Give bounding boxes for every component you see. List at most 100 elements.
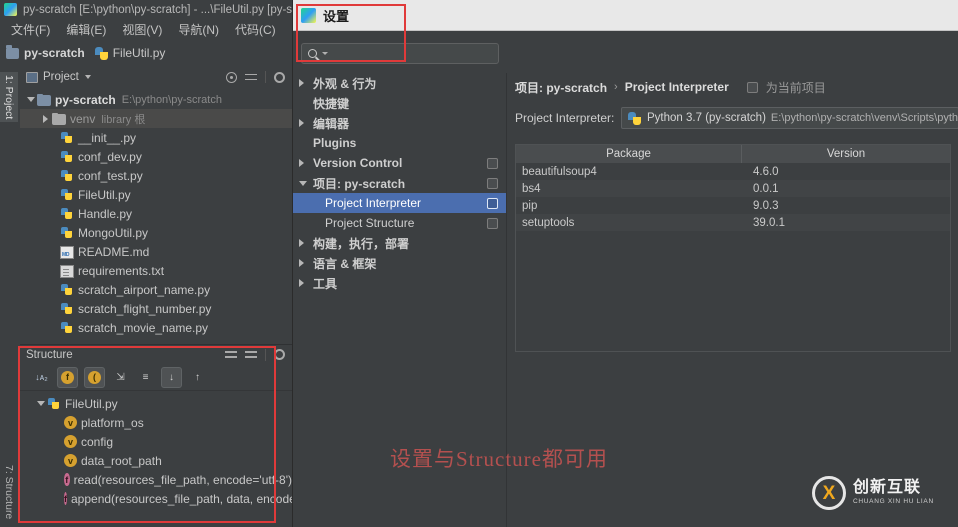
tool-tab-project[interactable]: 1: Project	[0, 72, 18, 123]
twisty-collapsed-icon[interactable]	[299, 259, 311, 267]
tree-row-handle-py[interactable]: Handle.py	[20, 204, 292, 223]
tree-row-conf-dev-py[interactable]: conf_dev.py	[20, 147, 292, 166]
tree-row-mongoutil-py[interactable]: MongoUtil.py	[20, 223, 292, 242]
column-header-version[interactable]: Version	[742, 145, 950, 163]
structure-row-fileutil[interactable]: FileUtil.py	[20, 394, 292, 413]
settings-nav-keymap[interactable]: 快捷键	[293, 93, 506, 113]
structure-label: config	[81, 434, 114, 449]
twisty-collapsed-icon[interactable]	[299, 239, 311, 247]
pycharm-icon	[4, 3, 17, 16]
python-file-icon	[60, 207, 74, 221]
navbar-project-crumb[interactable]: py-scratch	[6, 44, 85, 60]
watermark-cn: 创新互联	[853, 479, 922, 497]
show-fields-icon[interactable]: f	[57, 366, 78, 388]
tree-row-scratch-movie-name-py[interactable]: scratch_movie_name.py	[20, 318, 292, 337]
tree-row-scratch-airport-name-py[interactable]: scratch_airport_name.py	[20, 280, 292, 299]
tree-row-requirements-txt[interactable]: requirements.txt	[20, 261, 292, 280]
pycharm-icon	[301, 7, 316, 23]
sort-alphabetically-icon[interactable]	[32, 368, 51, 387]
menu-edit[interactable]: 编辑(E)	[58, 19, 114, 40]
structure-row-data-root-path[interactable]: v data_root_path	[20, 451, 292, 470]
twisty-collapsed-icon[interactable]	[299, 79, 311, 87]
nav-label: Project Interpreter	[325, 196, 422, 210]
structure-row-platform-os[interactable]: v platform_os	[20, 413, 292, 432]
chevron-down-icon[interactable]	[84, 75, 91, 79]
interpreter-name: Python 3.7 (py-scratch)	[647, 112, 766, 124]
structure-label: read(resources_file_path, encode='utf-8'…	[73, 472, 292, 487]
settings-nav-project-structure[interactable]: Project Structure	[293, 213, 506, 233]
navbar-file-crumb[interactable]: FileUtil.py	[94, 46, 166, 60]
nav-label: 语言 & 框架	[313, 256, 377, 271]
project-interpreter-combo[interactable]: Python 3.7 (py-scratch) E:\python\py-scr…	[621, 107, 958, 129]
autoscroll-to-source-icon[interactable]: ↓	[161, 366, 182, 388]
menu-code[interactable]: 代码(C)	[227, 19, 284, 40]
project-view-icon	[26, 71, 38, 83]
left-tool-strip: 1: Project 7: Structure	[0, 66, 21, 527]
settings-nav-editor[interactable]: 编辑器	[293, 113, 506, 133]
settings-nav-project-py-scratch[interactable]: 项目: py-scratch	[293, 173, 506, 193]
settings-nav-languages-frameworks[interactable]: 语言 & 框架	[293, 253, 506, 273]
navbar-file-label: FileUtil.py	[112, 46, 166, 60]
tree-row-readme-md[interactable]: README.md	[20, 242, 292, 261]
tree-row-scratch-flight-number-py[interactable]: scratch_flight_number.py	[20, 299, 292, 318]
cell-package: beautifulsoup4	[522, 165, 597, 178]
annotation-note: 设置与Structure都可用	[390, 447, 608, 471]
settings-breadcrumb: 项目: py-scratch › Project Interpreter 为当前…	[507, 73, 958, 101]
chevron-down-icon[interactable]	[322, 52, 328, 55]
tree-row-conf-test-py[interactable]: conf_test.py	[20, 166, 292, 185]
collapse-all-icon[interactable]	[245, 72, 257, 83]
tree-note: E:\python\py-scratch	[121, 93, 222, 106]
settings-nav-appearance-behavior[interactable]: 外观 & 行为	[293, 73, 506, 93]
structure-row-config[interactable]: v config	[20, 432, 292, 451]
locate-icon[interactable]	[226, 71, 237, 83]
twisty-collapsed-icon[interactable]	[299, 119, 311, 127]
settings-search-input[interactable]	[301, 43, 499, 64]
tree-row-py-scratch[interactable]: py-scratch E:\python\py-scratch	[20, 90, 292, 109]
settings-nav-project-interpreter[interactable]: Project Interpreter	[293, 193, 506, 213]
field-icon: v	[64, 416, 77, 429]
settings-nav-plugins[interactable]: Plugins	[293, 133, 506, 153]
settings-gear-icon[interactable]	[274, 349, 285, 360]
twisty-collapsed-icon[interactable]	[39, 114, 52, 123]
collapse-all-icon[interactable]	[245, 349, 257, 360]
twisty-expanded-icon[interactable]	[24, 97, 37, 102]
expand-all-icon[interactable]: ⇲	[111, 368, 130, 387]
nav-label: 工具	[313, 276, 338, 291]
settings-nav-tools[interactable]: 工具	[293, 273, 506, 293]
autoscroll-from-source-icon[interactable]: ↑	[188, 368, 207, 387]
structure-row-append-method[interactable]: f append(resources_file_path, data, enco…	[20, 489, 303, 508]
menu-navigate[interactable]: 导航(N)	[170, 19, 227, 40]
nav-label: Version Control	[313, 156, 403, 170]
table-row[interactable]: bs4 0.0.1	[516, 180, 950, 197]
breadcrumb-side-note-group[interactable]: 为当前项目	[746, 79, 826, 96]
table-row[interactable]: pip 9.0.3	[516, 197, 950, 214]
tree-row-fileutil-py[interactable]: FileUtil.py	[20, 185, 292, 204]
breadcrumb-project: 项目: py-scratch	[515, 80, 608, 95]
tree-label: conf_test.py	[78, 168, 143, 183]
menu-file[interactable]: 文件(F)	[3, 19, 58, 40]
column-header-package[interactable]: Package	[516, 145, 742, 163]
structure-row-read-method[interactable]: f read(resources_file_path, encode='utf-…	[20, 470, 292, 489]
twisty-expanded-icon[interactable]	[299, 180, 311, 186]
menu-view[interactable]: 视图(V)	[114, 19, 170, 40]
folder-icon	[37, 94, 51, 106]
table-row[interactable]: setuptools 39.0.1	[516, 214, 950, 231]
collapse-all-icon[interactable]: ≡	[136, 368, 155, 387]
settings-nav-version-control[interactable]: Version Control	[293, 153, 506, 173]
field-icon: v	[64, 454, 77, 467]
structure-panel-header: Structure	[20, 344, 292, 364]
tree-row-venv[interactable]: venv library 根	[20, 109, 292, 128]
tool-tab-structure[interactable]: 7: Structure	[0, 462, 18, 522]
table-row[interactable]: beautifulsoup4 4.6.0	[516, 163, 950, 180]
expand-all-icon[interactable]	[225, 349, 237, 360]
settings-gear-icon[interactable]	[274, 71, 285, 83]
show-properties-icon[interactable]: (	[84, 366, 105, 388]
folder-icon	[52, 113, 66, 125]
settings-nav-build-execution-deployment[interactable]: 构建，执行，部署	[293, 233, 506, 253]
tree-row-init-py[interactable]: __init__.py	[20, 128, 292, 147]
method-icon: f	[64, 492, 67, 505]
twisty-expanded-icon[interactable]	[34, 401, 47, 406]
twisty-collapsed-icon[interactable]	[299, 159, 311, 167]
copy-icon	[746, 81, 758, 93]
twisty-collapsed-icon[interactable]	[299, 279, 311, 287]
